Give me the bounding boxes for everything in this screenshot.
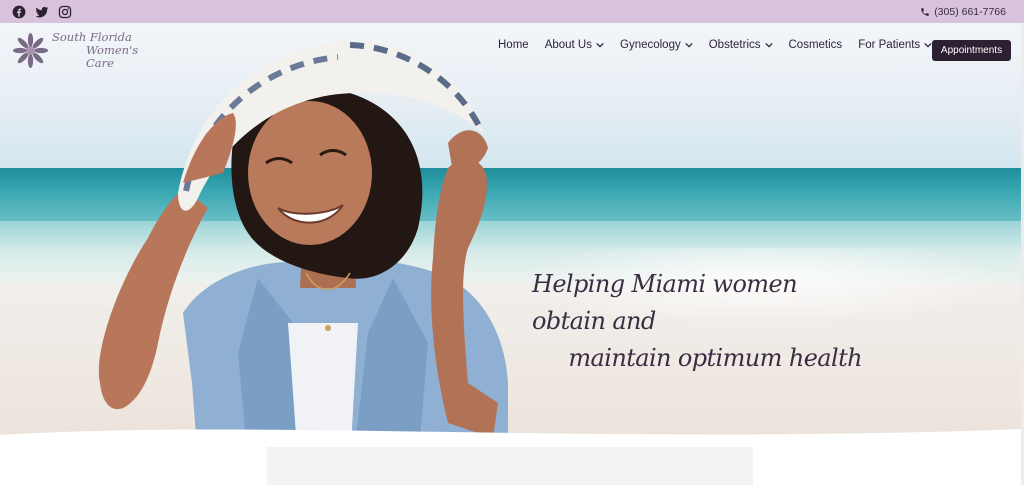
phone-icon bbox=[921, 7, 929, 16]
chevron-down-icon bbox=[685, 42, 693, 48]
tagline-line1: Helping Miami women obtain and bbox=[532, 270, 798, 335]
chevron-down-icon bbox=[764, 42, 773, 48]
phone-link[interactable]: (305) 661-7766 bbox=[920, 6, 1006, 18]
nav-home[interactable]: Home bbox=[498, 39, 529, 51]
nav-cosmetics-label: Cosmetics bbox=[788, 39, 843, 51]
logo[interactable]: South Florida Women's Care bbox=[13, 31, 167, 70]
chevron-down-icon bbox=[596, 42, 604, 48]
social-links bbox=[12, 5, 72, 19]
nav-gynecology[interactable]: Gynecology bbox=[620, 39, 693, 51]
main-nav: Home About Us Gynecology Obstetrics Cosm… bbox=[498, 39, 948, 51]
flower-logo-icon bbox=[13, 33, 48, 68]
tagline-line2: maintain optimum health bbox=[568, 344, 862, 372]
nav-home-label: Home bbox=[498, 39, 529, 51]
hero-section: South Florida Women's Care Home About Us… bbox=[0, 23, 1024, 485]
appointments-button[interactable]: Appointments bbox=[932, 40, 1011, 61]
hero-woman-image bbox=[98, 41, 508, 463]
instagram-icon[interactable] bbox=[58, 5, 72, 19]
nav-for-patients-label: For Patients bbox=[858, 39, 921, 51]
phone-number[interactable]: (305) 661-7766 bbox=[934, 6, 1006, 18]
nav-about-us-label: About Us bbox=[544, 39, 592, 51]
hero-tagline: Helping Miami women obtain and maintain … bbox=[532, 266, 863, 377]
chevron-down-icon bbox=[924, 42, 932, 48]
content-card-top bbox=[267, 447, 753, 485]
logo-line2: Women's Care bbox=[86, 43, 139, 70]
logo-text: South Florida Women's Care bbox=[52, 31, 167, 70]
nav-obstetrics-label: Obstetrics bbox=[708, 39, 761, 51]
nav-obstetrics[interactable]: Obstetrics bbox=[709, 39, 773, 51]
facebook-icon[interactable] bbox=[12, 5, 26, 19]
top-bar: (305) 661-7766 bbox=[0, 0, 1024, 23]
nav-cosmetics[interactable]: Cosmetics bbox=[789, 39, 843, 51]
nav-for-patients[interactable]: For Patients bbox=[858, 39, 932, 51]
twitter-icon[interactable] bbox=[35, 5, 49, 19]
nav-gynecology-label: Gynecology bbox=[620, 39, 681, 51]
nav-about-us[interactable]: About Us bbox=[545, 39, 604, 51]
